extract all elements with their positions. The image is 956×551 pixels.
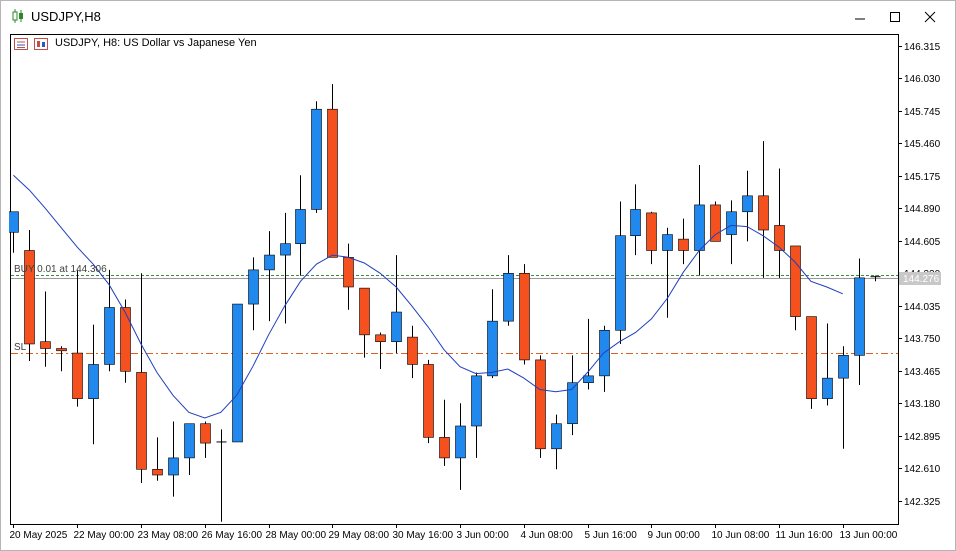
bear-candle[interactable] bbox=[40, 341, 51, 349]
bear-candle[interactable] bbox=[407, 336, 418, 365]
bull-candle[interactable] bbox=[311, 108, 322, 210]
x-tick-label: 4 Jun 08:00 bbox=[521, 530, 574, 541]
bull-candle[interactable] bbox=[391, 311, 402, 342]
bull-candle[interactable] bbox=[694, 204, 705, 251]
bull-candle[interactable] bbox=[168, 457, 179, 476]
bear-candle[interactable] bbox=[519, 273, 530, 361]
x-tick-label: 22 May 00:00 bbox=[74, 530, 135, 541]
y-tick-label: 145.175 bbox=[904, 172, 941, 183]
y-tick-label: 144.035 bbox=[904, 302, 941, 313]
bull-candle[interactable] bbox=[295, 209, 306, 244]
bear-candle[interactable] bbox=[359, 287, 370, 336]
title-bar[interactable]: USDJPY,H8 bbox=[1, 1, 955, 32]
x-tick-label: 23 May 08:00 bbox=[138, 530, 199, 541]
bear-candle[interactable] bbox=[343, 257, 354, 288]
bull-candle[interactable] bbox=[630, 209, 641, 236]
bear-candle[interactable] bbox=[375, 334, 386, 342]
minimize-button[interactable] bbox=[843, 1, 877, 32]
chart-area[interactable]: 146.315 146.030 145.745 145.460 145.175 144.8… bbox=[9, 32, 955, 550]
y-tick-label: 145.745 bbox=[904, 107, 941, 118]
bull-candle[interactable] bbox=[726, 211, 737, 235]
chart-window: USDJPY,H8 146.315 146.030 145.745 145.460 14… bbox=[0, 0, 956, 551]
bull-candle[interactable] bbox=[742, 195, 753, 213]
bull-candle[interactable] bbox=[487, 320, 498, 377]
y-tick-label: 142.325 bbox=[904, 497, 941, 508]
maximize-button[interactable] bbox=[878, 1, 912, 32]
bear-candle[interactable] bbox=[72, 352, 83, 399]
x-tick-label: 30 May 16:00 bbox=[393, 530, 454, 541]
candlestick-chart[interactable]: 146.315 146.030 145.745 145.460 145.175 144.8… bbox=[9, 32, 955, 550]
bull-candle[interactable] bbox=[615, 235, 626, 331]
x-tick-label: 26 May 16:00 bbox=[202, 530, 263, 541]
bull-candle[interactable] bbox=[88, 364, 99, 399]
bull-candle[interactable] bbox=[104, 307, 115, 365]
y-tick-label: 143.180 bbox=[904, 399, 941, 410]
y-tick-label: 145.460 bbox=[904, 139, 941, 150]
bear-candle[interactable] bbox=[439, 437, 450, 459]
x-tick-label: 20 May 2025 bbox=[10, 530, 68, 541]
bid-price-tag-label: 144.276 bbox=[903, 274, 940, 285]
bear-candle[interactable] bbox=[327, 108, 338, 258]
bear-candle[interactable] bbox=[56, 348, 67, 352]
bear-candle[interactable] bbox=[120, 307, 131, 372]
bear-candle[interactable] bbox=[774, 225, 785, 251]
bull-candle[interactable] bbox=[280, 243, 291, 256]
chart-legend-icons bbox=[14, 38, 48, 50]
stop-loss-label[interactable]: SL bbox=[14, 342, 26, 353]
candlestick-app-icon bbox=[12, 9, 23, 23]
bull-candle[interactable] bbox=[9, 211, 19, 233]
bear-candle[interactable] bbox=[790, 245, 801, 317]
bear-candle[interactable] bbox=[758, 195, 769, 231]
bull-candle[interactable] bbox=[184, 423, 195, 459]
x-tick-label: 13 Jun 00:00 bbox=[840, 530, 898, 541]
y-tick-label: 146.030 bbox=[904, 74, 941, 85]
x-tick-label: 28 May 00:00 bbox=[266, 530, 327, 541]
x-tick-label: 10 Jun 08:00 bbox=[712, 530, 770, 541]
maximize-icon bbox=[890, 11, 900, 22]
window-title: USDJPY,H8 bbox=[31, 9, 101, 24]
x-tick-label: 3 Jun 00:00 bbox=[457, 530, 510, 541]
x-tick-label: 9 Jun 00:00 bbox=[648, 530, 701, 541]
bear-candle[interactable] bbox=[535, 359, 546, 450]
y-tick-label: 146.315 bbox=[904, 42, 941, 53]
bull-candle[interactable] bbox=[471, 375, 482, 427]
bear-candle[interactable] bbox=[678, 238, 689, 251]
x-tick-label: 5 Jun 16:00 bbox=[585, 530, 638, 541]
bear-candle[interactable] bbox=[646, 212, 657, 251]
bull-candle[interactable] bbox=[455, 425, 466, 459]
bull-candle[interactable] bbox=[583, 375, 594, 383]
bull-candle[interactable] bbox=[264, 254, 275, 271]
bull-candle[interactable] bbox=[662, 234, 673, 251]
bull-candle[interactable] bbox=[838, 355, 849, 379]
bear-candle[interactable] bbox=[152, 469, 163, 476]
close-button[interactable] bbox=[913, 1, 947, 32]
chart-template-icon bbox=[34, 38, 48, 50]
bull-candle[interactable] bbox=[551, 423, 562, 450]
x-tick-label: 11 Jun 16:00 bbox=[776, 530, 834, 541]
close-icon bbox=[924, 11, 936, 22]
bull-candle[interactable] bbox=[822, 377, 833, 399]
y-tick-label: 142.895 bbox=[904, 432, 941, 443]
bull-candle[interactable] bbox=[503, 273, 514, 322]
bear-candle[interactable] bbox=[136, 372, 147, 470]
bear-candle[interactable] bbox=[423, 364, 434, 438]
x-tick-label: 29 May 08:00 bbox=[329, 530, 390, 541]
y-tick-label: 144.605 bbox=[904, 237, 941, 248]
indicator-list-icon bbox=[14, 38, 28, 50]
bull-candle[interactable] bbox=[599, 329, 610, 377]
bull-candle[interactable] bbox=[854, 277, 865, 356]
bull-candle[interactable] bbox=[248, 269, 259, 305]
bear-candle[interactable] bbox=[710, 204, 721, 242]
minimize-icon bbox=[855, 18, 865, 19]
bull-candle[interactable] bbox=[232, 303, 243, 443]
bear-candle[interactable] bbox=[200, 423, 211, 444]
y-tick-label: 143.750 bbox=[904, 334, 941, 345]
buy-order-label[interactable]: BUY 0.01 at 144.306 bbox=[14, 264, 107, 275]
y-tick-label: 143.465 bbox=[904, 367, 941, 378]
y-tick-label: 142.610 bbox=[904, 464, 941, 475]
bear-candle[interactable] bbox=[806, 316, 817, 399]
symbol-description: USDJPY, H8: US Dollar vs Japanese Yen bbox=[55, 37, 257, 49]
y-tick-label: 144.890 bbox=[904, 204, 941, 215]
